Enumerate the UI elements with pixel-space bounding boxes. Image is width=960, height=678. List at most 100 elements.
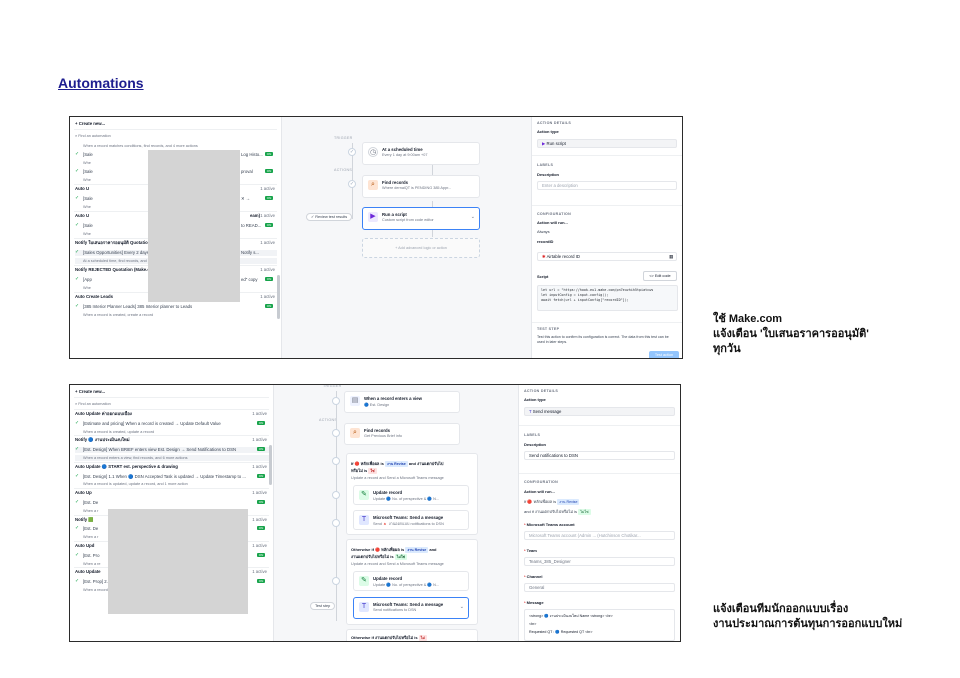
on-badge[interactable]: ON [257, 447, 265, 452]
airtable-automation-screenshot: + Create new... ⌕ Find an automation Aut… [69, 384, 681, 642]
automation-item[interactable]: ✓ [Estimate and pricing] When a record is… [75, 420, 269, 427]
condition-branch-otherwise[interactable]: Otherwise if 🔴 หลักเพื่อผล is งาน Revise… [346, 539, 478, 625]
action-details-pane: ACTION DETAILS Action type ▶ Run script … [531, 117, 682, 358]
action-type-select[interactable]: T Send message [524, 407, 675, 416]
automation-group-header[interactable]: Notify 🔵 งานประเมินงบใหม่ 1 active [75, 437, 269, 443]
find-automation-input[interactable]: ⌕ Find an automation [75, 133, 277, 139]
toggle-check-icon: ✓ [75, 552, 80, 558]
chevron-down-icon[interactable]: ⌄ [471, 214, 475, 220]
toggle-check-icon: ✓ [75, 169, 80, 174]
on-badge[interactable]: ON [257, 579, 265, 584]
create-new-button[interactable]: + Create new... [75, 121, 277, 127]
trigger-label: TRIGGER [323, 384, 342, 388]
toggle-check-icon: ✓ [75, 196, 80, 201]
description-input[interactable]: Enter a description [537, 181, 677, 190]
on-badge[interactable]: ON [265, 196, 273, 200]
automation-item[interactable]: ✓ [Est. Design] 1.1 When 🔵 DSN Accepted T… [75, 473, 269, 480]
pencil-icon: ✎ [359, 490, 369, 500]
magnifier-icon: ⌕ [368, 180, 378, 190]
on-badge[interactable]: ON [257, 500, 265, 504]
edit-code-button[interactable]: <> Edit code [643, 271, 677, 281]
teams-icon: T [359, 515, 369, 525]
toggle-check-icon: ✓ [75, 250, 80, 255]
on-badge[interactable]: ON [265, 223, 273, 227]
actions-label: ACTIONS [334, 168, 353, 172]
condition-branch-if[interactable]: If 🔴 หลักเพื่อผล is งาน Revise and งานแต… [346, 453, 478, 535]
toggle-check-icon: ✓ [75, 152, 80, 157]
action-node-find-records[interactable]: ⌕ Find records Where dernaiQT is PENDING… [362, 175, 480, 198]
scrollbar[interactable] [277, 275, 280, 319]
trigger-label: TRIGGER [334, 136, 353, 140]
automation-description: When a record is created, update a recor… [83, 429, 155, 434]
test-action-button[interactable]: Test action [649, 351, 679, 358]
step-circle-icon [332, 429, 340, 437]
on-badge[interactable]: ON [265, 304, 273, 308]
on-badge[interactable]: ON [265, 169, 273, 173]
add-advanced-logic-button[interactable]: + Add advanced logic or action [362, 238, 480, 258]
toggle-check-icon: ✓ [75, 473, 80, 479]
action-node-update-record[interactable]: ✎ Update record Update 🔵 No. of perspect… [353, 485, 469, 505]
action-node-teams-message-selected[interactable]: T Microsoft Teams: Send a message Send n… [353, 597, 469, 619]
message-editor[interactable]: <strong> 🔵 งานประเมินงบใหม่ Name <strong… [524, 609, 675, 641]
actions-label: ACTIONS [319, 418, 338, 422]
automation-item[interactable]: ✓ [Est. De ON [75, 500, 269, 506]
scrollbar[interactable] [269, 445, 272, 485]
on-badge[interactable]: ON [257, 552, 265, 557]
toggle-check-icon: ✓ [75, 579, 80, 585]
redacted-block [148, 150, 240, 302]
on-badge[interactable]: ON [265, 152, 273, 156]
step-circle-icon [332, 491, 340, 499]
toggle-check-icon: ✓ [75, 420, 80, 426]
action-node-update-record[interactable]: ✎ Update record Update 🔵 No. of perspect… [353, 571, 469, 591]
automation-description: When a record matches conditions, find r… [83, 144, 198, 148]
page-title[interactable]: Automations [58, 75, 144, 91]
step-circle-icon [332, 397, 340, 405]
channel-select[interactable]: General [524, 583, 675, 592]
action-node-teams-message[interactable]: T Microsoft Teams: Send a message Send 🔺… [353, 510, 469, 530]
on-badge[interactable]: ON [257, 473, 265, 478]
toggle-check-icon: ✓ [75, 223, 80, 228]
caption-make-notify: ใช้ Make.com แจ้งเตือน 'ใบเสนอราคารออนุม… [713, 313, 869, 355]
automation-item[interactable]: ✓ [Est. Design] When BRIEF enters view Es… [75, 447, 269, 454]
description-input[interactable]: Send notifications to DSN [524, 451, 675, 460]
magnifier-icon: ⌕ [350, 428, 360, 438]
trigger-node-scheduled[interactable]: ◷ At a scheduled time Every 1 day at 9:0… [362, 142, 480, 165]
automation-description: When a record enters a view, find record… [75, 455, 269, 461]
action-node-find-records[interactable]: ⌕ Find records Get Previous Brief info [344, 423, 460, 445]
team-select[interactable]: Teams_385_Designer [524, 557, 675, 566]
play-icon: ▶ [368, 212, 378, 222]
trigger-node-enters-view[interactable]: ▤ When a record enters a view 🔵 Est. Des… [344, 391, 460, 413]
make-automation-screenshot: + Create new... ⌕ Find an automation Whe… [69, 116, 683, 359]
action-type-select[interactable]: ▶ Run script [537, 139, 677, 148]
find-automation-input[interactable]: ⌕ Find an automation [75, 401, 269, 407]
condition-branch-otherwise-2[interactable]: Otherwise if งานแตกปรับไปหรือไม่ is ไม่ [346, 629, 478, 641]
step-circle-icon [332, 457, 340, 465]
field-menu-icon[interactable]: ▦ [669, 253, 673, 260]
toggle-check-icon: ✓ [75, 277, 80, 282]
on-badge[interactable]: ON [265, 277, 273, 281]
clock-icon: ◷ [368, 147, 378, 157]
automation-group-header[interactable]: Auto Update 🔵 START est. perspective & d… [75, 464, 269, 470]
automation-group-header[interactable]: Auto Update ค่าออกแบบเบื้อง 1 active [75, 411, 269, 417]
test-step-button[interactable]: Test step [310, 602, 336, 610]
action-details-pane: ACTION DETAILS Action type T Send messag… [518, 385, 680, 641]
automation-group-header[interactable]: Auto Up 1 active [75, 490, 269, 496]
toggle-check-icon: ✓ [75, 526, 80, 532]
redacted-block [108, 509, 248, 614]
automation-item[interactable]: ✓ [385 Interior Planner Leads] 385 Interi… [75, 304, 277, 310]
workflow-canvas: TRIGGER ACTIONS Test step ▤ When a recor… [274, 384, 520, 641]
review-test-results-button[interactable]: ✓ Review test results [306, 213, 353, 221]
chevron-down-icon[interactable]: ⌄ [460, 604, 464, 610]
view-icon: ▤ [350, 396, 360, 406]
step-check-icon: ✓ [348, 148, 356, 156]
toggle-check-icon: ✓ [75, 500, 80, 505]
teams-account-select[interactable]: Microsoft Teams account (Admin ... (Hutc… [524, 531, 675, 540]
create-new-button[interactable]: + Create new... [75, 389, 269, 395]
automation-description: When a record is updated, update a recor… [83, 482, 188, 487]
action-node-run-script[interactable]: ▶ Run a script Custom script from code e… [362, 207, 480, 230]
on-badge[interactable]: ON [257, 526, 265, 531]
teams-icon: T [359, 602, 369, 612]
on-badge[interactable]: ON [257, 420, 265, 425]
record-id-field[interactable]: ✱ Airtable record ID ▦ [537, 252, 677, 261]
script-code-block[interactable]: let url = "https://hook.eu1.make.com/pn7… [537, 285, 678, 311]
